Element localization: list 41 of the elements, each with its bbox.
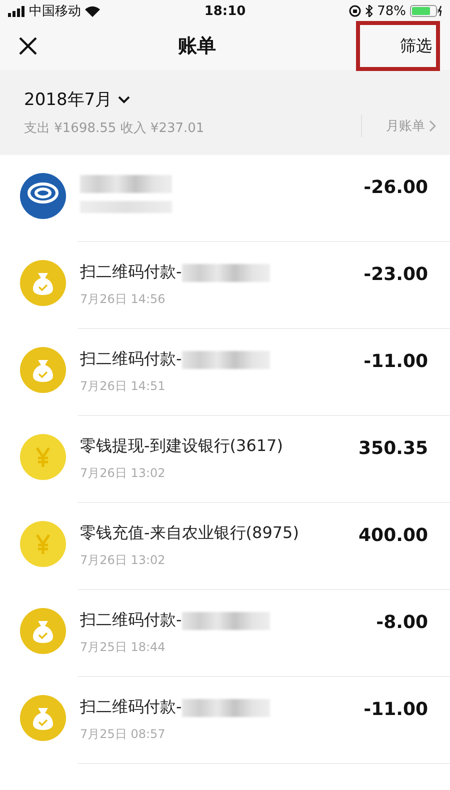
chevron-right-icon: [429, 120, 436, 132]
yen-coin-icon: [20, 434, 66, 480]
bank-logo-icon: [20, 173, 66, 219]
transaction-date: 7月26日 14:56: [80, 291, 166, 308]
money-bag-icon: [20, 608, 66, 654]
chevron-down-icon: [118, 96, 130, 104]
battery-icon: [410, 5, 442, 17]
close-icon[interactable]: [18, 36, 38, 56]
transaction-title: 零钱充值-来自农业银行(8975): [80, 523, 299, 544]
transaction-amount: -11.00: [364, 698, 428, 720]
filter-button[interactable]: 筛选: [356, 21, 440, 71]
transaction-title: 扫二维码付款-: [80, 262, 182, 283]
carrier-name: 中国移动: [29, 3, 81, 20]
transaction-date: 7月26日 13:02: [80, 465, 166, 482]
clock-time: 18:10: [204, 4, 246, 18]
battery-percent: 78%: [377, 4, 406, 18]
transaction-date: 7月25日 08:57: [80, 726, 166, 743]
transaction-date: 7月26日 14:51: [80, 378, 166, 395]
money-bag-icon: [20, 260, 66, 306]
transaction-amount: 350.35: [358, 437, 428, 459]
rotation-lock-icon: [349, 5, 362, 17]
money-bag-icon: [20, 695, 66, 741]
yen-coin-icon: [20, 521, 66, 567]
transaction-amount: -26.00: [364, 176, 428, 198]
signal-icon: [8, 6, 25, 16]
wifi-icon: [85, 6, 100, 16]
transaction-date: 7月26日 13:02: [80, 552, 166, 569]
transaction-title: 扫二维码付款-: [80, 610, 182, 631]
bluetooth-icon: [365, 5, 374, 17]
month-selector[interactable]: 2018年7月: [24, 88, 361, 111]
totals-text: 支出 ¥1698.55 收入 ¥237.01: [24, 120, 206, 137]
money-bag-icon: [20, 347, 66, 393]
transaction-title: 扫二维码付款-: [80, 349, 182, 370]
transaction-amount: -11.00: [364, 350, 428, 372]
transaction-date: 7月25日 18:44: [80, 639, 166, 656]
transaction-title: 零钱提现-到建设银行(3617): [80, 436, 283, 457]
transaction-title: 扫二维码付款-: [80, 697, 182, 718]
transaction-amount: 400.00: [358, 524, 428, 546]
transaction-amount: -23.00: [364, 263, 428, 285]
transaction-amount: -8.00: [376, 611, 428, 633]
page-title: 账单: [177, 34, 217, 59]
